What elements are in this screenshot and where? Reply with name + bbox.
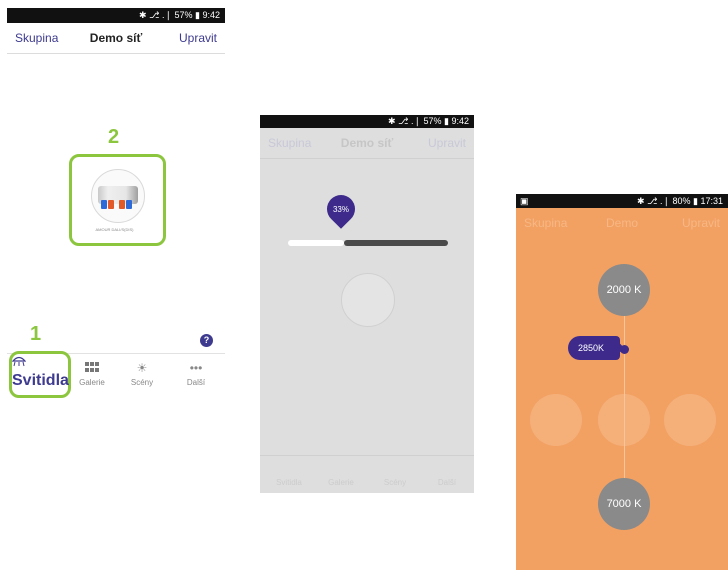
temp-max-warm: 2000 K [598,264,650,316]
tab-sceny[interactable]: ☀ Scény [115,354,169,401]
tab-label: Galerie [79,378,105,387]
app-header: Skupina Demo Upravit [516,208,728,238]
grid-icon [65,362,119,374]
status-bar: ▣ ✱ ⎇ .❘ 80% ▮ 17:31 [516,194,728,208]
tab-label: Svitidla [276,478,302,487]
temp-slider-track[interactable] [624,302,625,482]
status-text: ✱ ⎇ .❘ 80% ▮ 17:31 [637,196,723,206]
device-icon [341,273,395,327]
phone-screen-main: ✱ ⎇ .❘ 57% ▮ 9:42 Skupina Demo síť Uprav… [7,8,225,400]
temp-slider-thumb[interactable] [620,345,629,354]
lamp-icon-svg [11,356,27,367]
terminal-orange-2 [119,200,125,209]
tab-label: Svitidla [12,372,69,389]
device-tile[interactable]: AMOUR DALI/S(DIS) [69,154,166,246]
status-bar: ✱ ⎇ .❘ 57% ▮ 9:42 [7,8,225,23]
slider-value: 33% [332,205,349,214]
tab-label: Další [437,478,457,487]
lamp-icon [11,354,68,372]
tab-galerie: Galerie [314,456,368,493]
bottom-tab-bar: Svitidla Galerie Scény Další [260,455,474,493]
tab-label: Další [186,378,206,387]
tab-svitidla: Svitidla [262,456,316,493]
status-bar: ✱ ⎇ .❘ 57% ▮ 9:42 [260,115,474,128]
phone-screen-color-temp: ▣ ✱ ⎇ .❘ 80% ▮ 17:31 Skupina Demo Upravi… [516,194,728,570]
temp-value: 2850K [577,343,605,353]
tab-label: Scény [383,478,407,487]
tab-dalsi: Další [420,456,474,493]
callout-number-1: 1 [30,323,42,345]
tab-galerie[interactable]: Galerie [65,354,119,401]
temp-max-cool: 7000 K [598,478,650,530]
terminal-orange [108,200,114,209]
status-text: ✱ ⎇ .❘ 57% ▮ 9:42 [388,116,469,126]
tab-label: Galerie [328,478,354,487]
background-tile [530,394,582,446]
edit-button[interactable]: Upravit [179,23,217,53]
status-text: ✱ ⎇ .❘ 57% ▮ 9:42 [139,10,220,20]
help-button[interactable]: ? [200,334,213,347]
edit-button: Upravit [427,136,466,150]
tab-label: Scény [130,378,154,387]
terminal-blue [101,200,107,209]
slider-track[interactable] [344,240,448,246]
more-icon: ••• [189,361,203,375]
callout-number-2: 2 [108,126,120,148]
tab-sceny: Scény [368,456,422,493]
image-icon: ▣ [520,196,529,206]
slider-fill [288,240,344,246]
sun-icon: ☀ [136,361,148,375]
edit-button: Upravit [681,216,720,230]
device-caption: AMOUR DALI/S(DIS) [95,227,134,232]
app-header: Skupina Demo síť Upravit [260,128,474,159]
background-tile [664,394,716,446]
phone-screen-dimming: ✱ ⎇ .❘ 57% ▮ 9:42 Skupina Demo síť Uprav… [260,115,474,493]
app-header: Skupina Demo síť Upravit [7,23,225,54]
device-icon [91,169,145,223]
bottom-tab-bar: Svitidla Galerie ☀ Scény ••• Další [7,351,225,401]
tab-dalsi[interactable]: ••• Další [169,354,223,401]
terminal-blue-2 [126,200,132,209]
tab-svitidla[interactable]: Svitidla [9,351,71,398]
